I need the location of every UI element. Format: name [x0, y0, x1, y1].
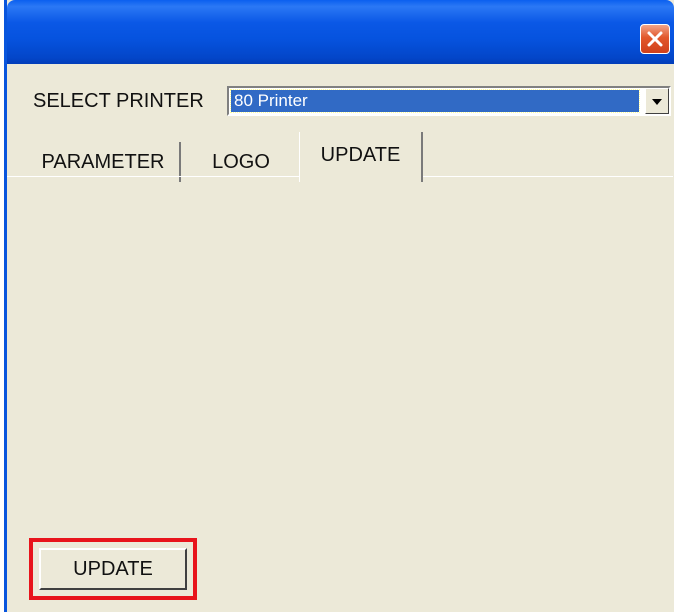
tab-divider-left — [7, 176, 299, 177]
update-button[interactable]: UPDATE — [39, 548, 187, 590]
tab-update[interactable]: UPDATE — [299, 132, 423, 182]
printer-row: SELECT PRINTER 80 Printer — [29, 86, 673, 116]
chevron-down-icon — [652, 92, 662, 110]
close-button[interactable] — [640, 24, 670, 54]
printer-dropdown[interactable]: 80 Printer — [227, 86, 671, 116]
app-window: SELECT PRINTER 80 Printer PARAMETER LOGO… — [4, 0, 674, 612]
select-printer-label: SELECT PRINTER — [33, 90, 204, 112]
dropdown-arrow-button[interactable] — [645, 88, 669, 114]
tab-divider-right — [423, 176, 673, 177]
close-icon — [646, 30, 664, 48]
title-bar[interactable] — [7, 0, 674, 64]
tab-strip: PARAMETER LOGO UPDATE — [25, 132, 673, 182]
printer-dropdown-value: 80 Printer — [230, 89, 640, 113]
